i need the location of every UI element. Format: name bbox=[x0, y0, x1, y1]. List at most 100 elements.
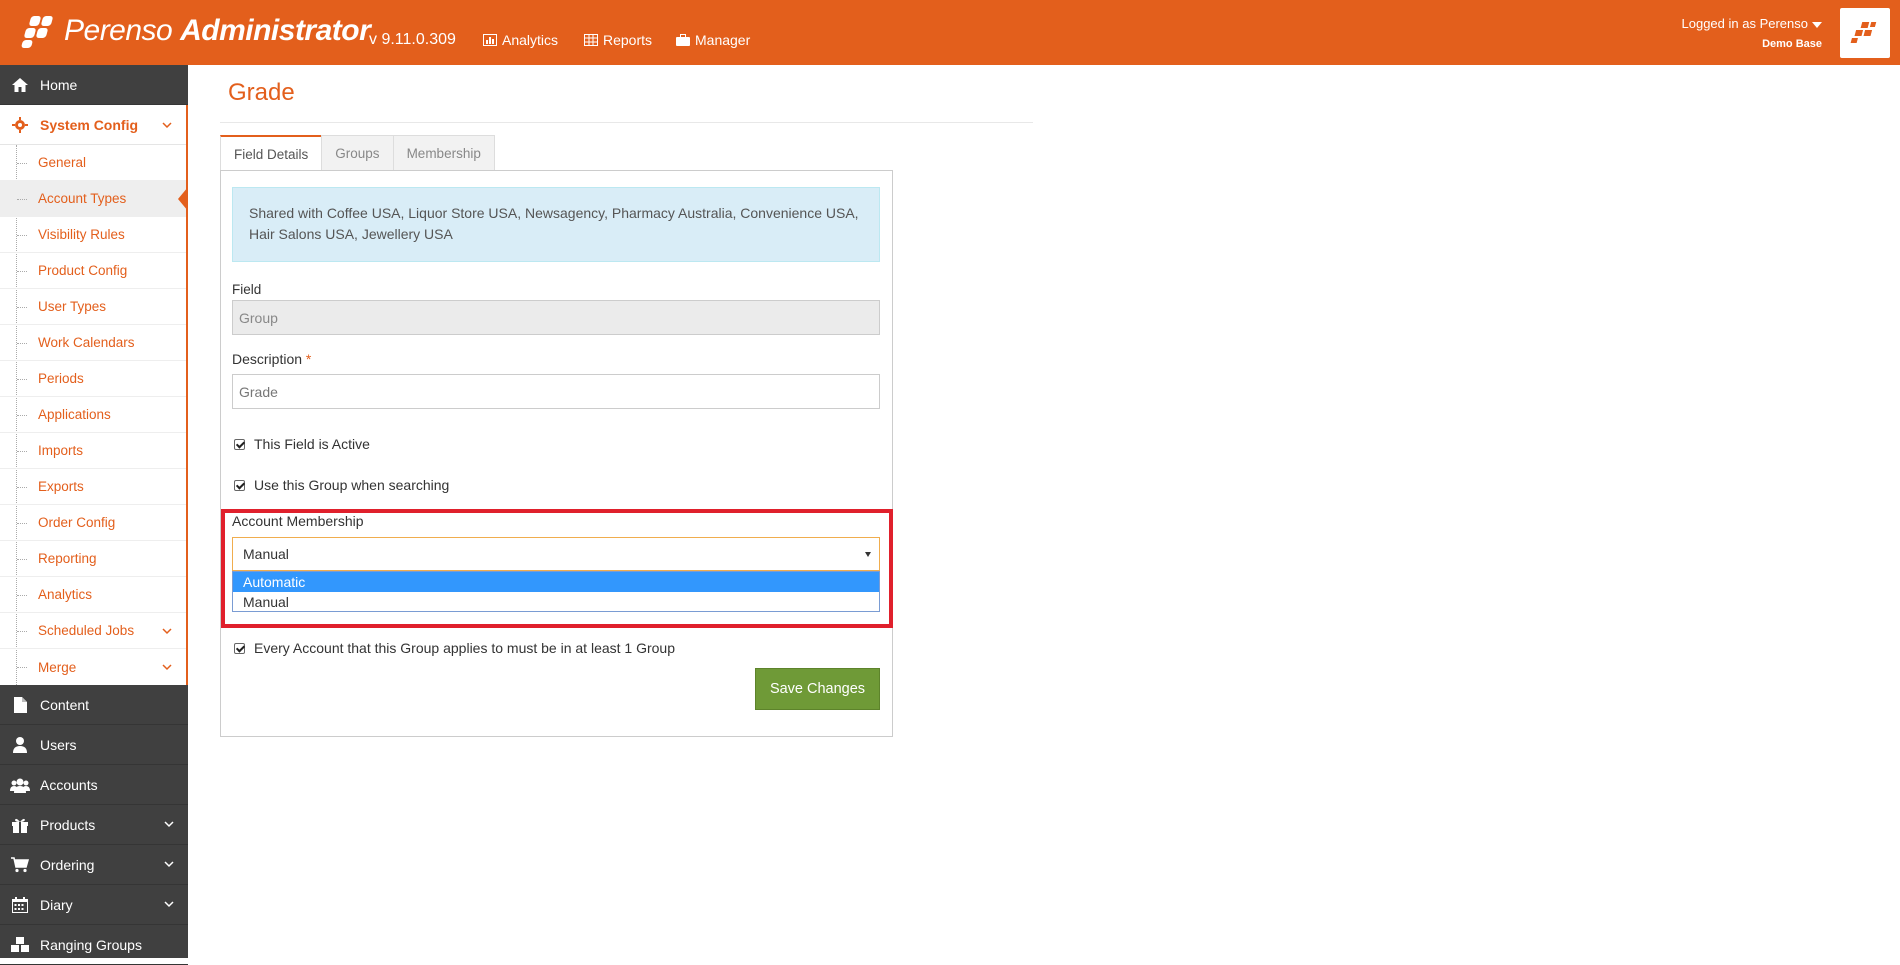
sidebar-item-reporting-label: Reporting bbox=[38, 551, 97, 566]
cubes-icon bbox=[10, 935, 30, 955]
sidebar-item-diary[interactable]: Diary bbox=[0, 885, 188, 925]
sidebar-item-products[interactable]: Products bbox=[0, 805, 188, 845]
sidebar-item-users-label: Users bbox=[40, 736, 77, 753]
tab-membership[interactable]: Membership bbox=[392, 135, 495, 171]
sidebar-item-scheduled-jobs-label: Scheduled Jobs bbox=[38, 623, 135, 638]
chevron-down-icon bbox=[164, 861, 174, 868]
shared-info-alert: Shared with Coffee USA, Liquor Store USA… bbox=[232, 187, 880, 262]
sidebar-item-imports-label: Imports bbox=[38, 443, 84, 458]
search-checkbox-label: Use this Group when searching bbox=[254, 477, 450, 493]
sidebar-item-products-label: Products bbox=[40, 816, 96, 833]
nav-reports-label: Reports bbox=[603, 32, 653, 48]
sidebar-item-user-types-label: User Types bbox=[38, 299, 107, 314]
nav-manager[interactable]: Manager bbox=[676, 32, 750, 48]
user-menu[interactable]: Logged in as Perenso Demo Base bbox=[1682, 14, 1822, 54]
every-account-checkbox-row[interactable]: Every Account that this Group applies to… bbox=[234, 640, 675, 656]
sidebar-item-merge-label: Merge bbox=[38, 659, 77, 675]
sidebar-item-system-config[interactable]: System Config bbox=[0, 105, 186, 145]
option-automatic[interactable]: Automatic bbox=[233, 572, 879, 592]
chart-icon bbox=[483, 34, 497, 46]
sidebar: Home System Config General Account Types… bbox=[0, 65, 188, 965]
caret-down-icon bbox=[1812, 21, 1822, 28]
nav-manager-label: Manager bbox=[695, 32, 751, 48]
sidebar-item-reporting[interactable]: Reporting bbox=[0, 541, 186, 577]
account-membership-value: Manual bbox=[243, 546, 289, 562]
every-account-checkbox[interactable] bbox=[234, 642, 245, 654]
active-checkbox[interactable] bbox=[234, 438, 245, 450]
tab-field-details[interactable]: Field Details bbox=[220, 135, 323, 172]
tab-groups[interactable]: Groups bbox=[321, 135, 394, 171]
cart-icon bbox=[10, 855, 30, 875]
chevron-down-icon bbox=[164, 821, 174, 828]
sidebar-item-product-config[interactable]: Product Config bbox=[0, 253, 186, 289]
sidebar-item-general-label: General bbox=[38, 155, 87, 170]
active-checkbox-label: This Field is Active bbox=[254, 436, 370, 452]
sidebar-item-ordering-label: Ordering bbox=[40, 856, 95, 873]
account-membership-select[interactable]: Manual bbox=[232, 537, 880, 571]
tab-bar: Field Details Groups Membership bbox=[220, 135, 495, 172]
sidebar-item-ranging-groups[interactable]: Ranging Groups bbox=[0, 925, 188, 965]
database-label: Demo Base bbox=[1762, 38, 1822, 50]
sidebar-item-exports[interactable]: Exports bbox=[0, 469, 186, 505]
sidebar-item-applications-label: Applications bbox=[38, 407, 111, 422]
sidebar-item-home-label: Home bbox=[40, 76, 78, 93]
sidebar-item-order-config[interactable]: Order Config bbox=[0, 505, 186, 541]
description-input[interactable]: Grade bbox=[232, 374, 880, 409]
sidebar-item-home[interactable]: Home bbox=[0, 65, 188, 105]
nav-reports[interactable]: Reports bbox=[584, 32, 652, 48]
brand-logo[interactable]: Perenso Administrator bbox=[20, 10, 371, 52]
account-membership-label: Account Membership bbox=[232, 513, 364, 529]
sidebar-item-analytics-label: Analytics bbox=[38, 587, 93, 602]
sidebar-item-analytics[interactable]: Analytics bbox=[0, 577, 186, 613]
account-membership-dropdown: Automatic Manual bbox=[232, 571, 880, 612]
sidebar-section-system-config: System Config General Account Types Visi… bbox=[0, 105, 188, 685]
sidebar-item-visibility-rules-label: Visibility Rules bbox=[38, 227, 125, 242]
gift-icon bbox=[10, 815, 30, 835]
sidebar-item-accounts-label: Accounts bbox=[40, 776, 98, 793]
sidebar-item-diary-label: Diary bbox=[40, 896, 73, 913]
user-icon bbox=[10, 735, 30, 755]
sidebar-item-system-config-label: System Config bbox=[40, 116, 139, 133]
sidebar-item-work-calendars-label: Work Calendars bbox=[38, 335, 135, 350]
option-manual[interactable]: Manual bbox=[233, 592, 879, 612]
sidebar-item-ordering[interactable]: Ordering bbox=[0, 845, 188, 885]
sidebar-item-work-calendars[interactable]: Work Calendars bbox=[0, 325, 186, 361]
sidebar-item-content[interactable]: Content bbox=[0, 685, 188, 725]
brand-name: Perenso Administrator bbox=[64, 14, 371, 47]
sidebar-item-merge[interactable]: Merge bbox=[0, 649, 186, 685]
chevron-down-icon bbox=[162, 664, 172, 671]
chevron-down-icon bbox=[162, 122, 172, 129]
search-checkbox-row[interactable]: Use this Group when searching bbox=[234, 477, 449, 493]
sidebar-item-account-types[interactable]: Account Types bbox=[0, 181, 188, 217]
sidebar-item-accounts[interactable]: Accounts bbox=[0, 765, 188, 805]
sidebar-item-periods[interactable]: Periods bbox=[0, 361, 186, 397]
logged-in-label: Logged in as Perenso bbox=[1681, 16, 1808, 31]
sidebar-item-general[interactable]: General bbox=[0, 145, 186, 181]
chevron-down-icon bbox=[162, 628, 172, 635]
sidebar-item-users[interactable]: Users bbox=[0, 725, 188, 765]
top-header: Perenso Administrator v 9.11.0.309 Analy… bbox=[0, 0, 1900, 65]
search-checkbox[interactable] bbox=[234, 479, 245, 491]
sidebar-item-ranging-groups-label: Ranging Groups bbox=[40, 936, 142, 953]
users-group-icon bbox=[10, 775, 30, 795]
perenso-logo-icon bbox=[20, 13, 58, 49]
sidebar-item-scheduled-jobs[interactable]: Scheduled Jobs bbox=[0, 613, 186, 649]
sidebar-item-user-types[interactable]: User Types bbox=[0, 289, 186, 325]
briefcase-icon bbox=[676, 34, 690, 46]
sidebar-item-applications[interactable]: Applications bbox=[0, 397, 186, 433]
sidebar-item-order-config-label: Order Config bbox=[38, 515, 116, 530]
sidebar-item-imports[interactable]: Imports bbox=[0, 433, 186, 469]
save-changes-button[interactable]: Save Changes bbox=[755, 668, 880, 710]
nav-analytics-label: Analytics bbox=[502, 32, 559, 48]
required-marker: * bbox=[305, 351, 312, 367]
field-input: Group bbox=[232, 300, 880, 335]
sidebar-item-visibility-rules[interactable]: Visibility Rules bbox=[0, 217, 186, 253]
active-pointer-icon bbox=[178, 187, 188, 211]
sidebar-item-account-types-label: Account Types bbox=[38, 191, 127, 206]
active-checkbox-row[interactable]: This Field is Active bbox=[234, 436, 370, 452]
page-title: Grade bbox=[228, 79, 295, 106]
avatar[interactable] bbox=[1840, 8, 1890, 58]
perenso-mark-icon bbox=[1850, 22, 1877, 43]
nav-analytics[interactable]: Analytics bbox=[483, 32, 558, 48]
description-label: Description * bbox=[232, 351, 312, 367]
